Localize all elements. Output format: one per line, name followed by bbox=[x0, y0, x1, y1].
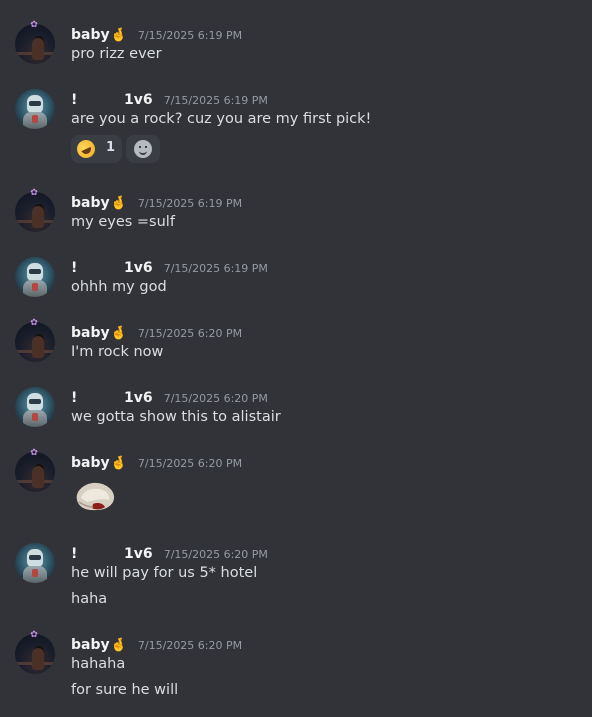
timestamp: 7/15/2025 6:20 PM bbox=[137, 457, 243, 470]
timestamp: 7/15/2025 6:20 PM bbox=[137, 327, 243, 340]
avatar[interactable] bbox=[15, 89, 55, 129]
username[interactable]: ! 1v6 bbox=[71, 92, 153, 108]
message-text: my eyes =sulf bbox=[71, 214, 175, 230]
flower-decoration-icon: ✿ bbox=[30, 188, 38, 198]
flower-decoration-icon: ✿ bbox=[30, 20, 38, 30]
reactions-bar: 1 bbox=[71, 135, 164, 165]
username[interactable]: baby bbox=[71, 195, 110, 211]
timestamp: 7/15/2025 6:19 PM bbox=[137, 29, 243, 42]
message-text: ohhh my god bbox=[71, 279, 167, 295]
message-text: pro rizz ever bbox=[71, 46, 162, 62]
message-text: we gotta show this to alistair bbox=[71, 409, 281, 425]
timestamp: 7/15/2025 6:20 PM bbox=[163, 548, 268, 561]
username[interactable]: baby bbox=[71, 455, 110, 471]
timestamp: 7/15/2025 6:19 PM bbox=[163, 94, 268, 107]
username[interactable]: baby bbox=[71, 637, 110, 653]
avatar[interactable] bbox=[15, 543, 55, 583]
crossed-fingers-icon: 🤞 bbox=[110, 456, 127, 471]
avatar[interactable] bbox=[15, 24, 55, 64]
message-text: for sure he will bbox=[71, 682, 179, 698]
timestamp: 7/15/2025 6:20 PM bbox=[137, 639, 243, 652]
flower-decoration-icon: ✿ bbox=[30, 448, 38, 458]
message-text: haha bbox=[71, 591, 108, 607]
add-reaction-icon bbox=[134, 140, 152, 158]
message-text: I'm rock now bbox=[71, 344, 164, 360]
username[interactable]: ! 1v6 bbox=[71, 390, 153, 406]
timestamp: 7/15/2025 6:19 PM bbox=[137, 197, 243, 210]
username[interactable]: baby bbox=[71, 325, 110, 341]
reaction-rofl[interactable]: 1 bbox=[71, 135, 122, 163]
avatar[interactable] bbox=[15, 192, 55, 232]
rofl-icon bbox=[74, 137, 98, 161]
flower-decoration-icon: ✿ bbox=[30, 630, 38, 640]
crossed-fingers-icon: 🤞 bbox=[110, 326, 127, 341]
timestamp: 7/15/2025 6:19 PM bbox=[163, 262, 268, 275]
avatar[interactable] bbox=[15, 634, 55, 674]
crossed-fingers-icon: 🤞 bbox=[110, 28, 127, 43]
crossed-fingers-icon: 🤞 bbox=[110, 196, 127, 211]
reaction-count: 1 bbox=[106, 140, 116, 155]
avatar[interactable] bbox=[15, 322, 55, 362]
avatar[interactable] bbox=[15, 257, 55, 297]
add-reaction-button[interactable] bbox=[126, 135, 160, 163]
avatar[interactable] bbox=[15, 387, 55, 427]
message-text: he will pay for us 5* hotel bbox=[71, 565, 258, 581]
username[interactable]: baby bbox=[71, 27, 110, 43]
rock-image[interactable] bbox=[73, 478, 117, 514]
message-text: are you a rock? cuz you are my first pic… bbox=[71, 111, 372, 127]
username[interactable]: ! 1v6 bbox=[71, 260, 153, 276]
crossed-fingers-icon: 🤞 bbox=[110, 638, 127, 653]
timestamp: 7/15/2025 6:20 PM bbox=[163, 392, 268, 405]
username[interactable]: ! 1v6 bbox=[71, 546, 153, 562]
flower-decoration-icon: ✿ bbox=[30, 318, 38, 328]
avatar[interactable] bbox=[15, 452, 55, 492]
message-text: hahaha bbox=[71, 656, 126, 672]
